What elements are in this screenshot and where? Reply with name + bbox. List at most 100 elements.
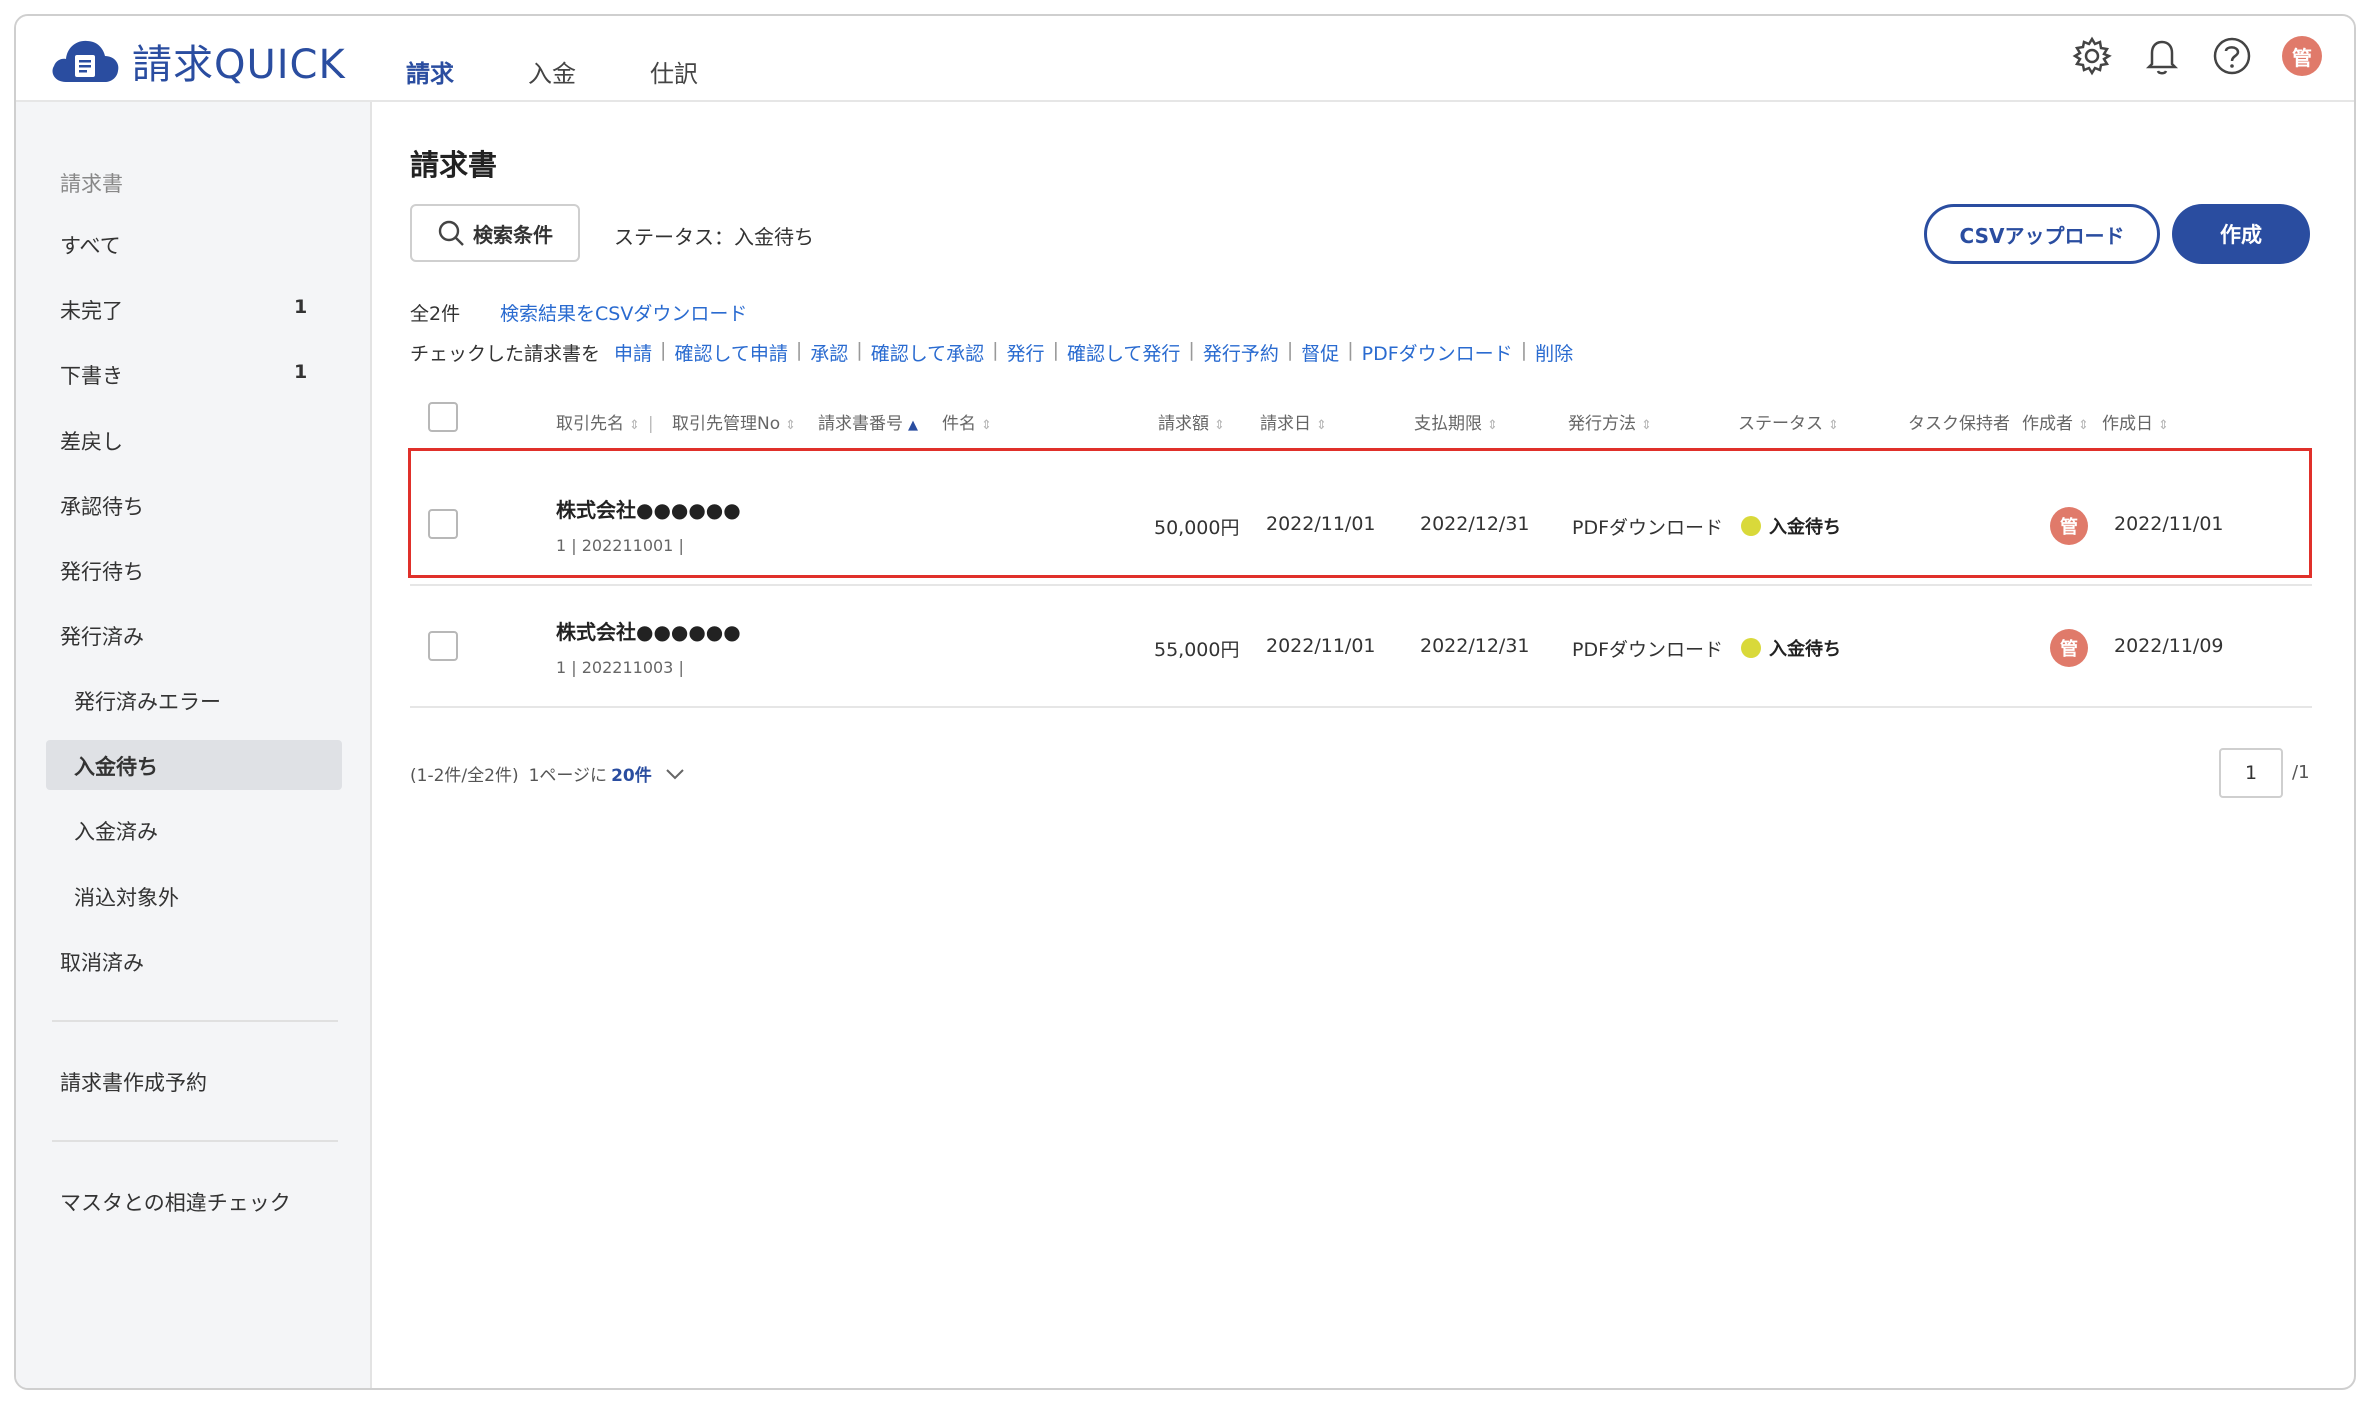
sort-asc-icon: ▲ — [908, 418, 918, 433]
search-conditions-button[interactable]: 検索条件 — [410, 204, 580, 262]
sort-icon: ⇕ — [1214, 418, 1225, 433]
col-client-no-label: 取引先管理No — [672, 414, 781, 434]
action-sep: | — [795, 339, 803, 361]
col-due-date-label: 支払期限 — [1414, 414, 1482, 434]
action-dun[interactable]: 督促 — [1301, 339, 1339, 366]
select-all-checkbox[interactable] — [428, 402, 458, 432]
nav-item-payment[interactable]: 入金 — [528, 54, 576, 93]
col-method-label: 発行方法 — [1568, 414, 1636, 434]
sidebar: 請求書 すべて 未完了 1 下書き 1 差戻し 承認待ち 発行待ち 発行済み 発… — [16, 102, 372, 1388]
sidebar-item-awaiting-approval[interactable]: 承認待ち — [60, 491, 144, 521]
action-sep: | — [1188, 339, 1195, 361]
sidebar-item-awaiting-payment[interactable]: 入金待ち — [74, 751, 158, 781]
col-method[interactable]: 発行方法 ⇕ — [1568, 409, 1652, 434]
col-status[interactable]: ステータス ⇕ — [1738, 409, 1839, 434]
col-amount[interactable]: 請求額 ⇕ — [1158, 409, 1225, 434]
action-pdf-download[interactable]: PDFダウンロード — [1362, 339, 1513, 366]
col-client[interactable]: 取引先名 ⇕ | — [556, 409, 654, 434]
app-window: 請求QUICK 請求 入金 仕訳 管 請求書 すべて 未完了 1 下書き 1 差… — [14, 14, 2356, 1390]
app-logo[interactable]: 請求QUICK — [50, 32, 346, 90]
action-sep: | — [856, 339, 863, 361]
sidebar-item-issued-error[interactable]: 発行済みエラー — [74, 686, 221, 716]
row-client-name[interactable]: 株式会社●●●●●● — [556, 616, 741, 645]
row-method: PDFダウンロード — [1572, 639, 1724, 661]
total-count: 全2件 — [410, 303, 461, 325]
page-title: 請求書 — [410, 148, 498, 182]
col-status-label: ステータス — [1738, 414, 1823, 434]
per-page-select[interactable]: 20件 — [611, 761, 652, 786]
gear-icon[interactable] — [2070, 34, 2114, 78]
per-page-label: 1ページに — [528, 766, 608, 786]
col-invoice-date[interactable]: 請求日 ⇕ — [1260, 409, 1327, 434]
status-filter-text: ステータス：入金待ち — [614, 225, 814, 249]
sidebar-item-incomplete[interactable]: 未完了 — [60, 295, 123, 325]
sort-icon: ⇕ — [1828, 418, 1839, 433]
sidebar-item-paid[interactable]: 入金済み — [74, 816, 158, 846]
col-creator[interactable]: 作成者 ⇕ — [2022, 409, 2089, 434]
action-confirm-apply[interactable]: 確認して申請 — [674, 339, 787, 366]
sidebar-section-title: 請求書 — [60, 172, 123, 196]
csv-upload-button[interactable]: CSVアップロード — [1924, 204, 2160, 264]
col-divider: | — [647, 414, 654, 434]
sort-icon: ⇕ — [1641, 418, 1652, 433]
nav-item-invoice[interactable]: 請求 — [406, 54, 454, 93]
col-client-no[interactable]: 取引先管理No ⇕ — [672, 409, 796, 434]
bulk-actions: チェックした請求書を 申請 | 確認して申請 | 承認 | 確認して承認 | 発行 | 確… — [410, 339, 1573, 366]
row-status-label: 入金待ち — [1769, 639, 1841, 660]
chevron-down-icon[interactable] — [664, 767, 686, 781]
action-approve[interactable]: 承認 — [810, 339, 848, 366]
header-icons: 管 — [2044, 34, 2324, 78]
action-apply[interactable]: 申請 — [614, 339, 652, 366]
col-invoice-no[interactable]: 請求書番号 ▲ — [818, 409, 918, 434]
col-created[interactable]: 作成日 ⇕ — [2102, 409, 2169, 434]
row-divider — [410, 706, 2312, 708]
action-confirm-approve[interactable]: 確認して承認 — [871, 339, 984, 366]
sidebar-item-master-check[interactable]: マスタとの相違チェック — [60, 1187, 291, 1217]
sidebar-item-all[interactable]: すべて — [60, 230, 121, 260]
create-button[interactable]: 作成 — [2172, 204, 2310, 264]
page-total: /1 — [2292, 762, 2310, 783]
sort-icon: ⇕ — [785, 418, 797, 433]
action-delete[interactable]: 削除 — [1535, 339, 1573, 366]
sort-icon: ⇕ — [1316, 418, 1327, 433]
sort-icon: ⇕ — [2158, 418, 2169, 433]
nav-item-journal[interactable]: 仕訳 — [650, 54, 698, 93]
col-task-holder-label: タスク保持者 — [1908, 414, 2010, 434]
col-invoice-date-label: 請求日 — [1260, 414, 1311, 434]
app-name: 請求QUICK — [132, 42, 346, 88]
row-checkbox[interactable] — [428, 631, 458, 661]
action-sep: | — [1520, 339, 1528, 361]
action-confirm-issue[interactable]: 確認して発行 — [1067, 339, 1180, 366]
sidebar-item-issued[interactable]: 発行済み — [60, 621, 144, 651]
sort-icon: ⇕ — [2078, 418, 2089, 433]
draft-count: 1 — [294, 361, 308, 383]
user-avatar[interactable]: 管 — [2280, 34, 2324, 78]
search-button-label: 検索条件 — [473, 222, 553, 247]
search-icon — [438, 220, 464, 246]
page-number-input[interactable]: 1 — [2219, 748, 2283, 798]
action-sep: | — [1347, 339, 1354, 361]
row-amount: 55,000円 — [1154, 639, 1240, 661]
action-sep: | — [1052, 339, 1059, 361]
col-subject[interactable]: 件名 ⇕ — [942, 409, 992, 434]
avatar: 管 — [2282, 36, 2322, 76]
help-icon[interactable] — [2210, 34, 2254, 78]
sidebar-item-cancelled[interactable]: 取消済み — [60, 947, 144, 977]
sidebar-item-draft[interactable]: 下書き — [60, 360, 123, 390]
sidebar-item-returned[interactable]: 差戻し — [60, 426, 123, 456]
sidebar-item-reservation[interactable]: 請求書作成予約 — [60, 1067, 207, 1097]
sidebar-item-awaiting-issue[interactable]: 発行待ち — [60, 556, 144, 586]
col-invoice-no-label: 請求書番号 — [818, 414, 903, 434]
action-schedule-issue[interactable]: 発行予約 — [1203, 339, 1279, 366]
action-issue[interactable]: 発行 — [1007, 339, 1045, 366]
row-created-date: 2022/11/09 — [2114, 635, 2224, 657]
pagination-info: (1-2件/全2件) 1ページに 20件 — [410, 761, 686, 786]
row-status: 入金待ち — [1741, 635, 1841, 661]
sort-icon: ⇕ — [629, 418, 640, 433]
sidebar-item-not-reconciled[interactable]: 消込対象外 — [74, 882, 179, 912]
sidebar-divider — [52, 1140, 338, 1142]
col-due-date[interactable]: 支払期限 ⇕ — [1414, 409, 1498, 434]
bell-icon[interactable] — [2140, 34, 2184, 78]
csv-download-link[interactable]: 検索結果をCSVダウンロード — [500, 299, 747, 326]
row-due-date: 2022/12/31 — [1420, 635, 1530, 657]
